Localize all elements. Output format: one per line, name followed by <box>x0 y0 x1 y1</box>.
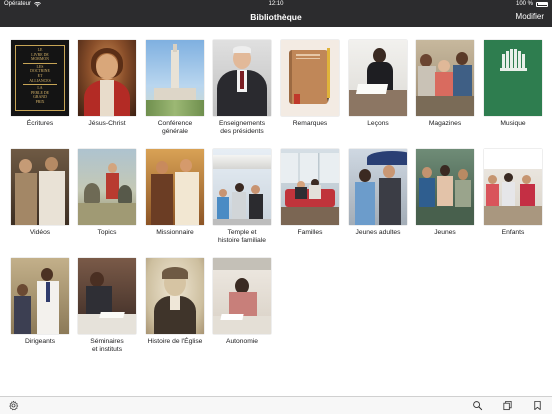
tile-magazines[interactable]: Magazines <box>411 40 479 128</box>
organ-icon <box>484 40 542 116</box>
tile-jeunes[interactable]: Jeunes <box>411 149 479 237</box>
tile-familles[interactable]: Familles <box>276 149 344 237</box>
tile-label: Enfants <box>501 229 525 236</box>
lessons-image <box>349 40 407 116</box>
tile-videos[interactable]: Vidéos <box>6 149 74 237</box>
tile-histoire-eglise[interactable]: Histoire de l'Église <box>141 258 209 346</box>
tile-label: Jeunes <box>434 229 456 236</box>
tile-label: Topics <box>97 229 117 236</box>
tile-label: Magazines <box>428 120 462 127</box>
tile-remarques[interactable]: Remarques <box>276 40 344 128</box>
tile-musique[interactable]: Musique <box>479 40 547 128</box>
youth-image <box>416 149 474 225</box>
gear-icon[interactable] <box>8 400 19 411</box>
library-grid: LE LIVRE DE MORMON LES DOCTRINE ET ALLIA… <box>0 27 552 396</box>
search-icon[interactable] <box>472 400 483 411</box>
nav-bar: Bibliothèque Modifier <box>0 9 552 27</box>
tile-label: Leçons <box>367 120 389 127</box>
young-adults-image <box>349 149 407 225</box>
videos-image <box>11 149 69 225</box>
tile-dirigeants[interactable]: Dirigeants <box>6 258 74 346</box>
tabs-icon[interactable] <box>502 400 513 411</box>
battery-icon <box>536 1 548 7</box>
tile-label: Jeunes adultes <box>355 229 401 236</box>
tile-conference-generale[interactable]: Conférence générale <box>141 40 209 136</box>
topics-image <box>78 149 136 225</box>
bookmark-icon[interactable] <box>532 400 543 411</box>
tile-label: Musique <box>500 120 526 127</box>
tile-jesus-christ[interactable]: Jésus-Christ <box>73 40 141 128</box>
tile-label: Enseignements des présidents <box>218 120 266 135</box>
tile-label: Missionnaire <box>156 229 194 236</box>
tile-jeunes-adultes[interactable]: Jeunes adultes <box>344 149 412 237</box>
tile-label: Jésus-Christ <box>88 120 126 127</box>
presidents-image <box>213 40 271 116</box>
magazines-image <box>416 40 474 116</box>
status-bar: Opérateur 12:10 100 % <box>0 0 552 9</box>
tile-temple-histoire-familiale[interactable]: Temple et histoire familiale <box>208 149 276 245</box>
tile-missionnaire[interactable]: Missionnaire <box>141 149 209 237</box>
seminary-image <box>78 258 136 334</box>
tile-label: Dirigeants <box>24 338 56 345</box>
tile-label: Vidéos <box>29 229 51 236</box>
tile-label: Conférence générale <box>157 120 193 135</box>
status-time: 12:10 <box>268 1 284 7</box>
temple-image <box>213 149 271 225</box>
missionary-image <box>146 149 204 225</box>
tile-lecons[interactable]: Leçons <box>344 40 412 128</box>
conference-image <box>146 40 204 116</box>
tile-label: Remarques <box>292 120 328 127</box>
church-history-image <box>146 258 204 334</box>
tile-label: Séminaires et instituts <box>90 338 124 353</box>
notebook-icon <box>281 40 339 116</box>
tile-label: Autonomie <box>226 338 258 345</box>
tile-label: Temple et histoire familiale <box>218 229 266 244</box>
tile-topics[interactable]: Topics <box>73 149 141 237</box>
bottom-toolbar <box>0 396 552 414</box>
self-reliance-image <box>213 258 271 334</box>
tile-label: Écritures <box>26 120 54 127</box>
families-image <box>281 149 339 225</box>
jesus-christ-image <box>78 40 136 116</box>
tile-enseignements-presidents[interactable]: Enseignements des présidents <box>208 40 276 136</box>
tile-enfants[interactable]: Enfants <box>479 149 547 237</box>
tile-autonomie[interactable]: Autonomie <box>208 258 276 346</box>
tile-label: Histoire de l'Église <box>147 338 203 345</box>
scriptures-cover: LE LIVRE DE MORMON LES DOCTRINE ET ALLIA… <box>11 40 69 116</box>
leaders-image <box>11 258 69 334</box>
edit-button[interactable]: Modifier <box>516 12 544 21</box>
tile-seminaires-instituts[interactable]: Séminaires et instituts <box>73 258 141 354</box>
tile-ecritures[interactable]: LE LIVRE DE MORMON LES DOCTRINE ET ALLIA… <box>6 40 74 128</box>
tile-label: Familles <box>297 229 323 236</box>
battery-percent: 100 % <box>515 1 533 7</box>
page-title: Bibliothèque <box>250 12 302 22</box>
children-image <box>484 149 542 225</box>
